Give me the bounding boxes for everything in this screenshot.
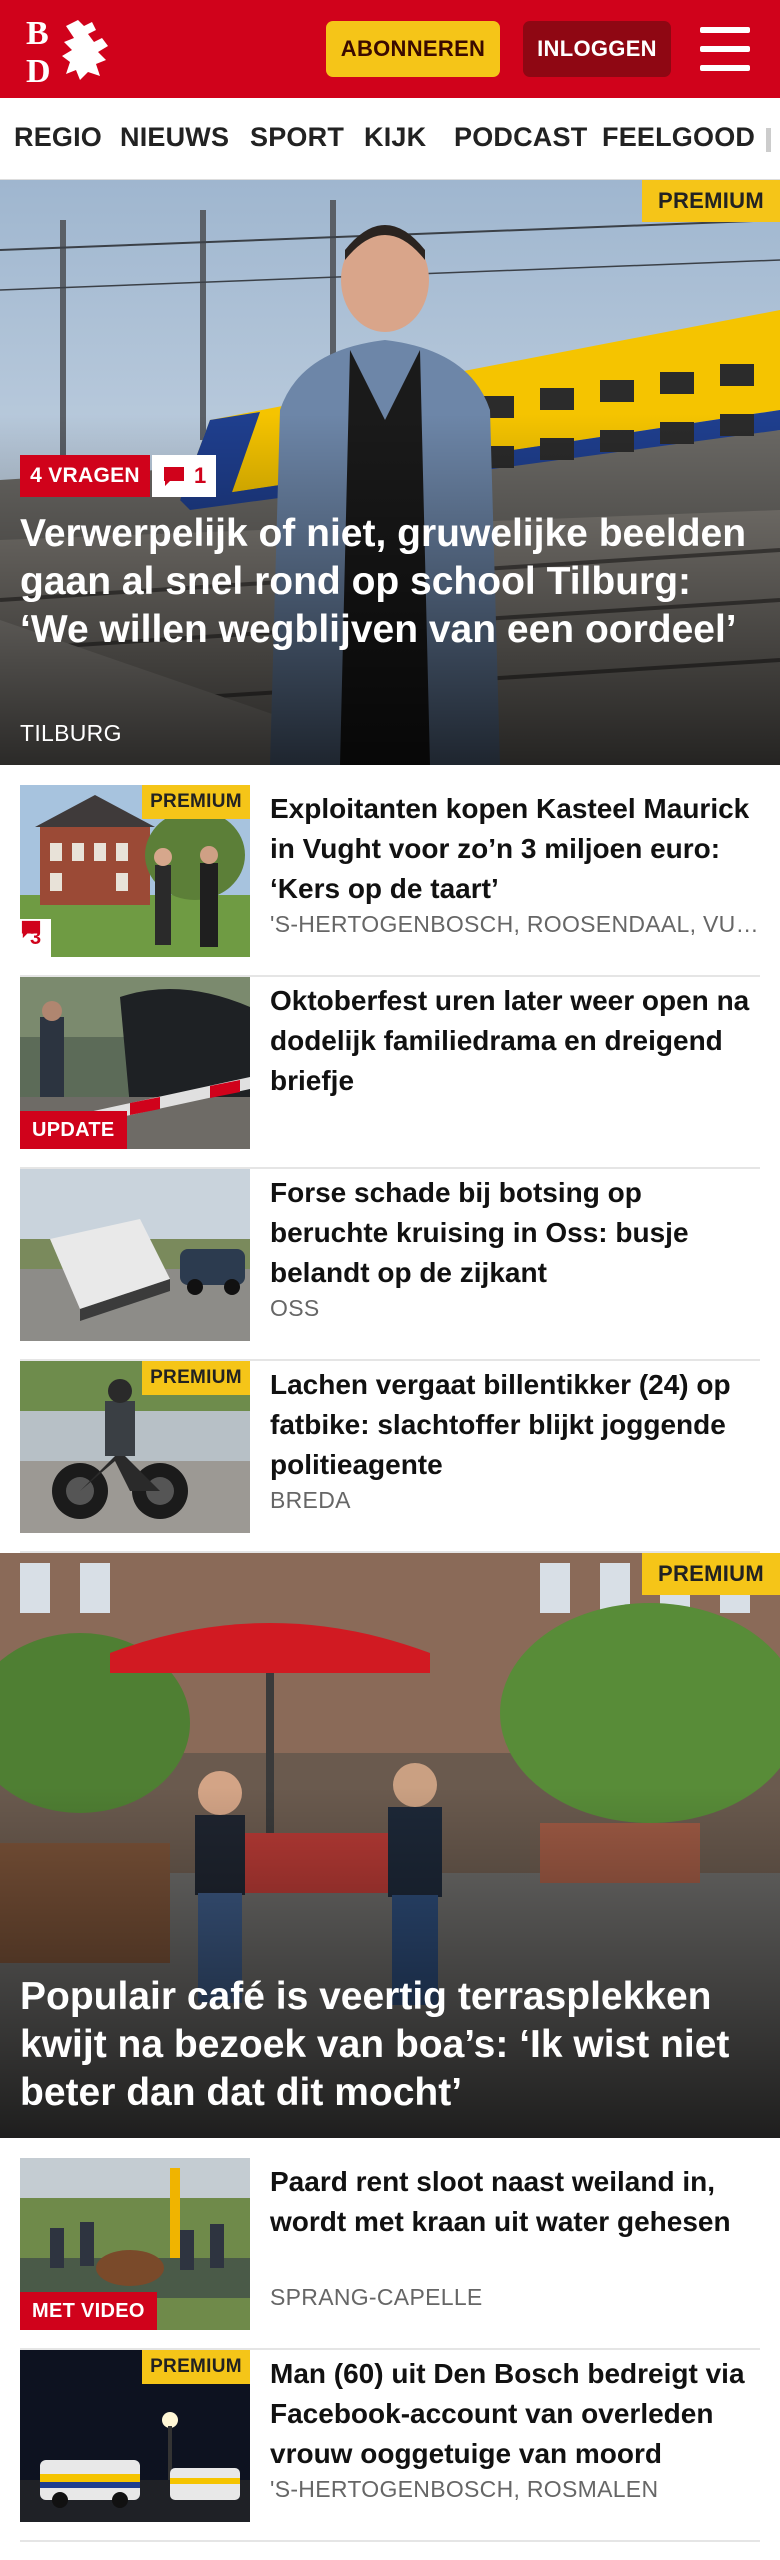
tag-4-vragen: 4 VRAGEN — [20, 455, 150, 497]
hero-headline[interactable]: Verwerpelijk of niet, gruwelijke beelden… — [20, 510, 760, 654]
nav-item-sport[interactable]: SPORT — [250, 122, 344, 153]
article-botsing-oss[interactable]: Forse schade bij botsing op beruchte kru… — [20, 1169, 760, 1361]
article-location: OSS — [270, 1295, 320, 1321]
thumbnail: PREMIUM 3 — [20, 785, 250, 957]
hero-article-tilburg[interactable]: PREMIUM 4 VRAGEN 1 Verwerpelijk of niet,… — [0, 180, 780, 765]
premium-badge: PREMIUM — [142, 1361, 250, 1395]
article-location: 'S-HERTOGENBOSCH, ROOSENDAAL, VUGHT — [270, 911, 760, 937]
bd-logo[interactable]: B D — [22, 14, 118, 90]
comment-count: 1 — [194, 463, 207, 488]
article-fatbike-breda[interactable]: PREMIUM Lachen vergaat billentikker (24)… — [20, 1361, 760, 1553]
premium-badge: PREMIUM — [142, 2350, 250, 2384]
comment-icon — [164, 467, 184, 486]
login-button[interactable]: INLOGGEN — [523, 21, 671, 77]
article-den-bosch-facebook[interactable]: PREMIUM Man (60) uit Den Bosch bedreigt … — [20, 2350, 760, 2542]
video-badge: MET VIDEO — [20, 2292, 157, 2330]
comment-icon — [21, 920, 41, 939]
menu-icon[interactable] — [700, 27, 750, 71]
nav-item-podcast[interactable]: PODCAST — [454, 122, 587, 153]
premium-badge: PREMIUM — [642, 180, 780, 222]
thumbnail: UPDATE — [20, 977, 250, 1149]
article-location: 'S-HERTOGENBOSCH, ROSMALEN — [270, 2476, 659, 2502]
svg-text:B: B — [26, 15, 49, 52]
article-location: BREDA — [270, 1487, 351, 1513]
thumb-crash-photo — [20, 1169, 250, 1341]
nav-item-regio[interactable]: REGIO — [14, 122, 102, 153]
article-headline[interactable]: Oktoberfest uren later weer open na dode… — [270, 981, 760, 1101]
article-headline[interactable]: Lachen vergaat billentikker (24) op fatb… — [270, 1365, 760, 1485]
article-oktoberfest[interactable]: UPDATE Oktoberfest uren later weer open … — [20, 977, 760, 1169]
subscribe-button[interactable]: ABONNEREN — [326, 21, 500, 77]
svg-text:D: D — [26, 53, 51, 86]
article-headline[interactable]: Paard rent sloot naast weiland in, wordt… — [270, 2162, 760, 2242]
comment-count-badge[interactable]: 3 — [20, 919, 52, 957]
thumbnail: PREMIUM — [20, 2350, 250, 2522]
comment-count-badge[interactable]: 1 — [152, 455, 216, 497]
nav-overflow-hint — [766, 128, 771, 152]
hero-article-cafe-terras[interactable]: PREMIUM Populair café is veertig terrasp… — [0, 1553, 780, 2138]
thumbnail: PREMIUM — [20, 1361, 250, 1533]
premium-badge: PREMIUM — [642, 1553, 780, 1595]
article-paard-sloot[interactable]: MET VIDEO Paard rent sloot naast weiland… — [20, 2158, 760, 2350]
hero-headline[interactable]: Populair café is veertig terrasplekken k… — [20, 1973, 760, 2117]
nav-item-kijk[interactable]: KIJK — [364, 122, 426, 153]
thumbnail — [20, 1169, 250, 1341]
article-kasteel-maurick[interactable]: PREMIUM 3 Exploitanten kopen Kasteel Mau… — [20, 785, 760, 977]
nav-item-feelgood[interactable]: FEELGOOD — [602, 122, 755, 153]
article-location: SPRANG-CAPELLE — [270, 2284, 483, 2310]
hero-location: TILBURG — [20, 720, 122, 746]
update-badge: UPDATE — [20, 1111, 127, 1149]
article-headline[interactable]: Man (60) uit Den Bosch bedreigt via Face… — [270, 2354, 760, 2474]
premium-badge: PREMIUM — [142, 785, 250, 819]
article-headline[interactable]: Exploitanten kopen Kasteel Maurick in Vu… — [270, 789, 760, 909]
nav-item-nieuws[interactable]: NIEUWS — [120, 122, 229, 153]
article-headline[interactable]: Forse schade bij botsing op beruchte kru… — [270, 1173, 760, 1293]
section-nav: REGIO NIEUWS SPORT KIJK PODCAST FEELGOOD — [0, 98, 780, 180]
thumbnail: MET VIDEO — [20, 2158, 250, 2330]
top-header: B D ABONNEREN INLOGGEN — [0, 0, 780, 98]
